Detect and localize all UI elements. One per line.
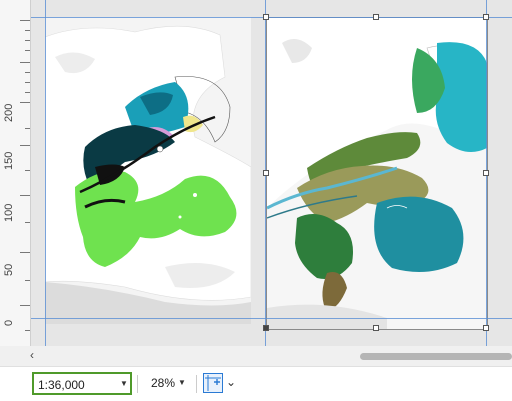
ruler-tick bbox=[20, 195, 30, 196]
ruler-label: 50 bbox=[3, 263, 15, 276]
guide-line[interactable] bbox=[31, 318, 512, 319]
snap-to-guides-icon bbox=[205, 375, 221, 391]
ruler-tick bbox=[25, 92, 30, 93]
resize-handle[interactable] bbox=[483, 325, 489, 331]
scale-value: 1:36,000 bbox=[38, 378, 85, 392]
ruler-tick bbox=[25, 128, 30, 129]
resize-handle[interactable] bbox=[263, 170, 269, 176]
resize-handle[interactable] bbox=[263, 325, 269, 331]
map-frame-left[interactable] bbox=[45, 17, 251, 324]
ruler-tick bbox=[20, 252, 30, 253]
resize-handle[interactable] bbox=[483, 170, 489, 176]
scale-dropdown[interactable]: 1:36,000 ▼ bbox=[32, 372, 132, 395]
ruler-tick bbox=[25, 72, 30, 73]
chevron-down-icon[interactable]: ⌄ bbox=[226, 375, 236, 389]
caret-down-icon[interactable]: ▼ bbox=[178, 378, 186, 387]
ruler-tick bbox=[25, 170, 30, 171]
horizontal-scrollbar[interactable]: ‹ bbox=[0, 346, 512, 366]
resize-handle[interactable] bbox=[483, 14, 489, 20]
ruler-tick bbox=[25, 50, 30, 51]
ruler-tick bbox=[25, 280, 30, 281]
divider bbox=[137, 375, 138, 393]
status-bar: 1:36,000 ▼ 28% ▼ ⌄ bbox=[0, 366, 512, 401]
ruler-tick bbox=[25, 330, 30, 331]
guide-line[interactable] bbox=[31, 17, 512, 18]
ruler-label: 0 bbox=[3, 319, 15, 326]
vertical-ruler: 200 150 100 50 0 bbox=[0, 0, 31, 346]
chevron-left-icon[interactable]: ‹ bbox=[30, 348, 34, 362]
ruler-label: 200 bbox=[3, 103, 15, 122]
ruler-tick bbox=[25, 30, 30, 31]
ruler-label: 150 bbox=[3, 151, 15, 170]
caret-down-icon[interactable]: ▼ bbox=[120, 379, 128, 388]
ruler-tick bbox=[20, 102, 30, 103]
divider bbox=[196, 375, 197, 393]
ruler-tick bbox=[25, 222, 30, 223]
zoom-dropdown[interactable]: 28% ▼ bbox=[145, 374, 190, 394]
guide-line[interactable] bbox=[45, 0, 46, 346]
ruler-tick bbox=[20, 305, 30, 306]
resize-handle[interactable] bbox=[373, 325, 379, 331]
snap-to-guides-button[interactable] bbox=[203, 373, 223, 393]
ruler-tick bbox=[25, 82, 30, 83]
scrollbar-thumb[interactable] bbox=[360, 353, 512, 360]
layout-canvas[interactable] bbox=[31, 0, 512, 346]
ruler-tick bbox=[20, 145, 30, 146]
ruler-tick bbox=[20, 20, 30, 21]
resize-handle[interactable] bbox=[373, 14, 379, 20]
ruler-label: 100 bbox=[3, 203, 15, 222]
ruler-tick bbox=[20, 62, 30, 63]
map-frame-right-selected[interactable] bbox=[266, 17, 488, 330]
map-left-graphic bbox=[45, 17, 251, 324]
map-right-graphic bbox=[267, 18, 487, 329]
ruler-tick bbox=[25, 40, 30, 41]
zoom-value: 28% bbox=[151, 376, 176, 390]
resize-handle[interactable] bbox=[263, 14, 269, 20]
